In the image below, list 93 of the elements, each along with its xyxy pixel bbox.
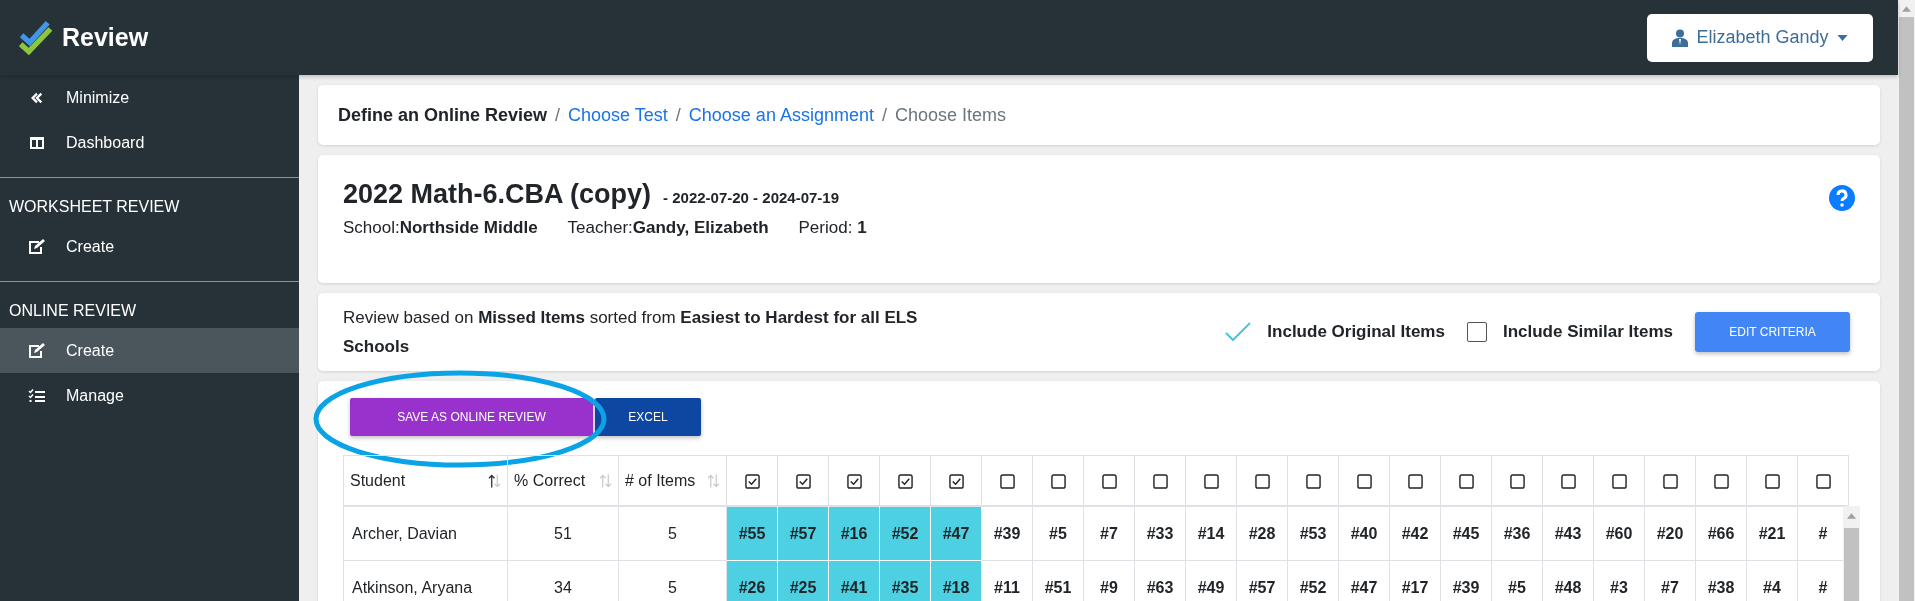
help-icon[interactable] bbox=[1829, 185, 1855, 211]
checkbox[interactable] bbox=[1305, 473, 1321, 489]
item-cell: #66 bbox=[1695, 506, 1747, 561]
criteria-description: Review based on Missed Items sorted from Easiest to Hardest for all ELS Schools bbox=[343, 307, 919, 358]
checkbox[interactable] bbox=[1509, 473, 1525, 489]
option-label: Include Similar Items bbox=[1502, 322, 1673, 342]
breadcrumb-separator: / bbox=[675, 104, 681, 126]
breadcrumb-separator: / bbox=[881, 104, 887, 126]
breadcrumb-link[interactable]: Choose an Assignment bbox=[688, 104, 874, 126]
checkbox[interactable] bbox=[1815, 473, 1831, 489]
item-cell: #7 bbox=[1083, 506, 1135, 561]
student-name: Archer, Davian bbox=[343, 506, 508, 561]
breadcrumb-separator: / bbox=[555, 104, 561, 126]
item-cell: #40 bbox=[1338, 506, 1390, 561]
checkbox[interactable] bbox=[1101, 473, 1117, 489]
checkbox[interactable] bbox=[1203, 473, 1219, 489]
checkbox[interactable] bbox=[1356, 473, 1372, 489]
checkbox[interactable] bbox=[1662, 473, 1678, 489]
item-cell: #21 bbox=[1746, 506, 1798, 561]
sidebar-item[interactable]: Create bbox=[0, 328, 299, 373]
item-cell: #16 bbox=[828, 506, 880, 561]
item-cell: #41 bbox=[828, 560, 880, 601]
item-cell: #18 bbox=[930, 560, 982, 601]
checkbox[interactable] bbox=[846, 473, 862, 489]
checklist-icon bbox=[28, 387, 46, 404]
logo-icon bbox=[18, 19, 54, 56]
sidebar-item[interactable]: Manage bbox=[0, 373, 299, 418]
table-scrollbar[interactable] bbox=[1843, 506, 1860, 601]
item-cell: #42 bbox=[1389, 506, 1441, 561]
checkbox[interactable] bbox=[1458, 473, 1474, 489]
user-menu[interactable]: Elizabeth Gandy bbox=[1647, 13, 1873, 62]
checkbox[interactable] bbox=[1466, 322, 1487, 342]
user-icon bbox=[1672, 28, 1689, 47]
edit-icon bbox=[28, 342, 46, 359]
checkbox[interactable] bbox=[1560, 473, 1576, 489]
date-range: - 2022-07-20 - 2024-07-19 bbox=[663, 189, 839, 206]
checkbox[interactable] bbox=[1713, 473, 1729, 489]
checkbox[interactable] bbox=[897, 473, 913, 489]
test-title: 2022 Math-6.CBA (copy) bbox=[343, 179, 652, 210]
info-field: Period: 1 bbox=[798, 218, 867, 238]
columns-icon bbox=[28, 134, 46, 151]
save-button[interactable]: SAVE AS ONLINE REVIEW bbox=[350, 398, 593, 436]
checkbox[interactable] bbox=[1407, 473, 1423, 489]
checkbox[interactable] bbox=[744, 473, 760, 489]
edit-icon bbox=[28, 238, 46, 255]
sidebar-item[interactable]: Dashboard bbox=[0, 120, 299, 165]
percent-correct: 51 bbox=[507, 506, 619, 561]
item-cell: #25 bbox=[777, 560, 829, 601]
edit-criteria-button[interactable]: EDIT CRITERIA bbox=[1695, 312, 1850, 352]
info-field: School:Northside Middle bbox=[343, 218, 538, 238]
item-count: 5 bbox=[618, 506, 727, 561]
column-header[interactable]: Student bbox=[350, 471, 406, 490]
item-cell: #20 bbox=[1644, 506, 1696, 561]
item-cell: #43 bbox=[1542, 506, 1594, 561]
info-field: Teacher:Gandy, Elizabeth bbox=[567, 218, 769, 238]
item-cell: #45 bbox=[1440, 506, 1492, 561]
item-cell: #28 bbox=[1236, 506, 1288, 561]
item-cell: #53 bbox=[1287, 506, 1339, 561]
checkbox[interactable] bbox=[948, 473, 964, 489]
page-scrollbar[interactable] bbox=[1898, 0, 1915, 601]
section-heading: WORKSHEET REVIEW bbox=[8, 197, 181, 217]
checkbox[interactable] bbox=[999, 473, 1015, 489]
student-name: Atkinson, Aryana bbox=[343, 560, 508, 601]
item-cell: #5 bbox=[1032, 506, 1084, 561]
app-title: Review bbox=[62, 23, 149, 52]
section-heading: ONLINE REVIEW bbox=[8, 301, 138, 321]
export-button[interactable]: EXCEL bbox=[595, 398, 701, 436]
item-cell: #35 bbox=[879, 560, 931, 601]
checkbox[interactable] bbox=[1611, 473, 1627, 489]
checkmark-icon[interactable] bbox=[1225, 322, 1252, 342]
item-cell: #60 bbox=[1593, 506, 1645, 561]
checkbox[interactable] bbox=[1254, 473, 1270, 489]
checkbox[interactable] bbox=[1764, 473, 1780, 489]
checkbox[interactable] bbox=[795, 473, 811, 489]
sidebar-item[interactable]: Minimize bbox=[0, 75, 299, 120]
item-cell: #57 bbox=[777, 506, 829, 561]
item-cell: #36 bbox=[1491, 506, 1543, 561]
item-cell: #33 bbox=[1134, 506, 1186, 561]
item-cell: #26 bbox=[726, 560, 778, 601]
checkbox[interactable] bbox=[1152, 473, 1168, 489]
item-cell: #55 bbox=[726, 506, 778, 561]
breadcrumb-title: Define an Online Review bbox=[338, 104, 548, 126]
breadcrumb-current: Choose Items bbox=[894, 104, 1007, 126]
breadcrumb-link[interactable]: Choose Test bbox=[568, 104, 668, 126]
item-cell: #39 bbox=[981, 506, 1033, 561]
caret-icon bbox=[1836, 34, 1848, 41]
sort-icon[interactable] bbox=[488, 472, 501, 489]
option-label: Include Original Items bbox=[1267, 322, 1445, 342]
sidebar-item[interactable]: Create bbox=[0, 224, 299, 269]
item-cell: #14 bbox=[1185, 506, 1237, 561]
item-cell: #47 bbox=[930, 506, 982, 561]
checkbox[interactable] bbox=[1050, 473, 1066, 489]
item-cell: #52 bbox=[879, 506, 931, 561]
